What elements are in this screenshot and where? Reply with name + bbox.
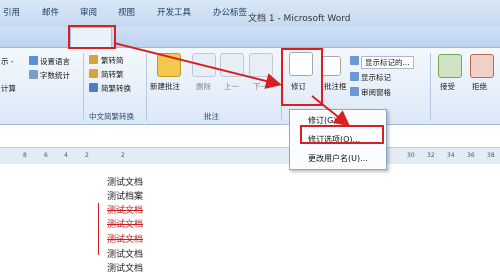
annotation-arrows bbox=[113, 42, 351, 127]
arrow-to-options bbox=[311, 95, 351, 127]
arrow-to-track-changes bbox=[113, 42, 282, 89]
